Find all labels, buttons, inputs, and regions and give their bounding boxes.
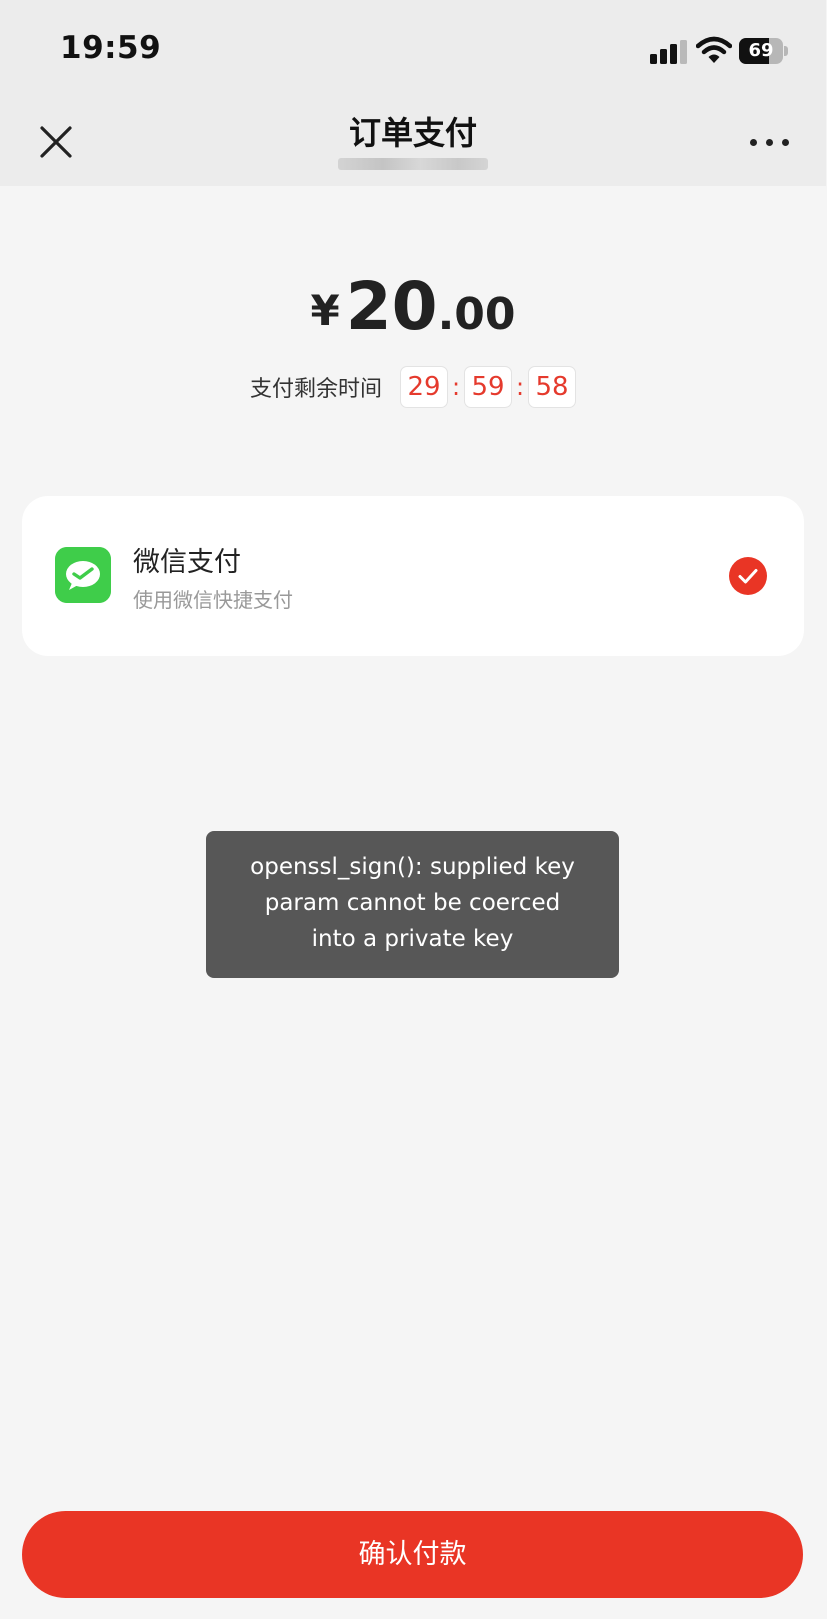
- countdown-separator: :: [515, 373, 525, 401]
- amount-decimal: .00: [437, 289, 516, 340]
- order-payment-screen: 19:59 69 订单支付 ¥20.00 支付剩余时间 29: 59: 58…: [0, 0, 839, 1619]
- battery-percent: 69: [748, 40, 774, 61]
- blurred-subtitle: [338, 158, 488, 170]
- page-title: 订单支付: [348, 114, 477, 152]
- payment-amount: ¥20.00: [0, 268, 826, 345]
- battery-icon: 69: [739, 38, 788, 64]
- payment-method-wechat[interactable]: 微信支付 使用微信快捷支付: [22, 496, 804, 656]
- payment-method-description: 使用微信快捷支付: [133, 588, 293, 612]
- wechat-icon: [55, 547, 111, 603]
- right-edge-strip: [827, 0, 839, 1619]
- toast-line: into a private key: [311, 926, 514, 952]
- payment-method-name: 微信支付: [133, 547, 241, 578]
- signal-icon: [650, 40, 690, 64]
- more-icon[interactable]: [748, 128, 792, 154]
- confirm-payment-button[interactable]: 确认付款: [22, 1511, 803, 1598]
- currency-symbol: ¥: [310, 286, 340, 335]
- countdown-label: 支付剩余时间: [249, 377, 382, 402]
- toast-line: openssl_sign(): supplied key: [250, 854, 575, 880]
- amount-integer: 20: [345, 268, 438, 345]
- countdown-hours: 29: [400, 366, 448, 408]
- wifi-icon: [696, 36, 732, 63]
- error-toast: openssl_sign(): supplied key param canno…: [206, 831, 619, 978]
- top-header: 19:59 69 订单支付: [0, 0, 826, 186]
- payment-countdown: 支付剩余时间 29 : 59 : 58: [0, 366, 826, 408]
- countdown-seconds: 58: [528, 366, 576, 408]
- status-time: 19:59: [60, 30, 162, 66]
- countdown-separator: :: [451, 373, 461, 401]
- selected-check-icon[interactable]: [729, 557, 767, 595]
- countdown-minutes: 59: [464, 366, 512, 408]
- toast-line: param cannot be coerced: [264, 890, 561, 916]
